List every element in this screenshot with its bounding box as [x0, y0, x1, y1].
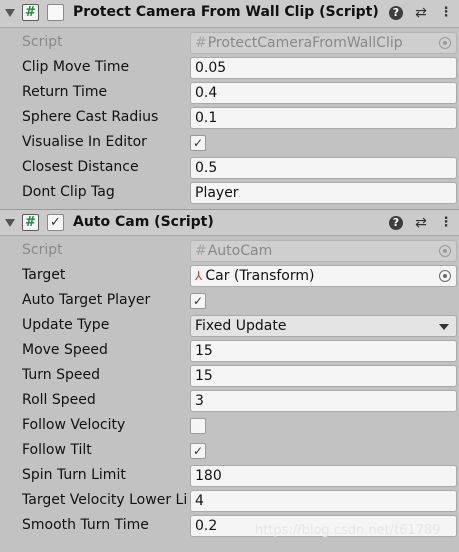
component-title: Protect Camera From Wall Clip (Script) — [73, 4, 379, 20]
component-enable-checkbox[interactable]: ✓ — [47, 214, 64, 231]
field-row-target: Target ⅄ Car (Transform) — [0, 264, 459, 289]
script-icon: # — [22, 214, 39, 231]
visualise-in-editor-checkbox[interactable]: ✓ — [190, 135, 206, 151]
spin-turn-limit-input[interactable]: 180 — [190, 465, 457, 487]
roll-speed-input[interactable]: 3 — [190, 390, 457, 412]
field-label: Smooth Turn Time — [22, 517, 149, 533]
field-label: Return Time — [22, 84, 108, 100]
field-row-script: Script #ProtectCameraFromWallClip — [0, 31, 459, 56]
field-row-visualise-in-editor: Visualise In Editor ✓ — [0, 131, 459, 156]
script-name: ProtectCameraFromWallClip — [207, 35, 403, 51]
dropdown-value: Fixed Update — [195, 318, 287, 334]
move-speed-input[interactable]: 15 — [190, 340, 457, 362]
field-label: Follow Tilt — [22, 442, 92, 458]
field-row-closest-distance: Closest Distance 0.5 — [0, 156, 459, 181]
presets-icon[interactable]: ⇄ — [413, 215, 429, 231]
script-object-field: #ProtectCameraFromWallClip — [190, 32, 457, 54]
field-row-roll-speed: Roll Speed 3 — [0, 389, 459, 414]
target-velocity-lower-limit-input[interactable]: 4 — [190, 490, 457, 512]
field-row-move-speed: Move Speed 15 — [0, 339, 459, 364]
foldout-arrow-icon[interactable] — [5, 219, 15, 227]
foldout-arrow-icon[interactable] — [5, 9, 15, 17]
field-label: Update Type — [22, 317, 110, 333]
field-row-auto-target-player: Auto Target Player ✓ — [0, 289, 459, 314]
field-label: Script — [22, 34, 63, 50]
component-header-auto-cam[interactable]: # ✓ Auto Cam (Script) ? ⇄ ⋮ — [0, 209, 459, 236]
field-label: Spin Turn Limit — [22, 467, 126, 483]
field-row-spin-turn-limit: Spin Turn Limit 180 — [0, 464, 459, 489]
component-enable-checkbox[interactable] — [47, 4, 64, 21]
field-label: Sphere Cast Radius — [22, 109, 159, 125]
field-row-follow-velocity: Follow Velocity — [0, 414, 459, 439]
script-icon: # — [22, 4, 39, 21]
field-label: Target Velocity Lower Limit — [22, 492, 187, 508]
follow-tilt-checkbox[interactable]: ✓ — [190, 443, 206, 459]
field-label: Move Speed — [22, 342, 108, 358]
script-name: AutoCam — [207, 243, 273, 259]
watermark: https://blog.csdn.net/t61789 — [255, 523, 441, 538]
clip-move-time-input[interactable]: 0.05 — [190, 57, 457, 79]
follow-velocity-checkbox[interactable] — [190, 418, 206, 434]
field-row-follow-tilt: Follow Tilt ✓ — [0, 439, 459, 464]
help-icon[interactable]: ? — [389, 6, 403, 20]
help-icon[interactable]: ? — [389, 216, 403, 230]
field-row-return-time: Return Time 0.4 — [0, 81, 459, 106]
field-label: Closest Distance — [22, 159, 139, 175]
turn-speed-input[interactable]: 15 — [190, 365, 457, 387]
field-row-turn-speed: Turn Speed 15 — [0, 364, 459, 389]
component-title: Auto Cam (Script) — [73, 214, 214, 230]
field-label: Script — [22, 242, 63, 258]
target-value: Car (Transform) — [205, 268, 315, 284]
target-object-field[interactable]: ⅄ Car (Transform) — [190, 265, 457, 287]
field-label: Turn Speed — [22, 367, 101, 383]
field-row-target-velocity-lower-limit: Target Velocity Lower Limit 4 — [0, 489, 459, 514]
field-row-dont-clip-tag: Dont Clip Tag Player — [0, 181, 459, 209]
script-object-field: #AutoCam — [190, 240, 457, 262]
field-row-sphere-cast-radius: Sphere Cast Radius 0.1 — [0, 106, 459, 131]
context-menu-icon[interactable]: ⋮ — [438, 215, 454, 231]
return-time-input[interactable]: 0.4 — [190, 82, 457, 104]
dont-clip-tag-input[interactable]: Player — [190, 182, 457, 204]
field-label: Follow Velocity — [22, 417, 126, 433]
update-type-dropdown[interactable]: Fixed Update — [190, 315, 457, 337]
field-label: Visualise In Editor — [22, 134, 147, 150]
presets-icon[interactable]: ⇄ — [413, 5, 429, 21]
transform-icon: ⅄ — [195, 269, 203, 283]
field-label: Clip Move Time — [22, 59, 130, 75]
object-picker-icon — [439, 37, 451, 49]
script-asset-icon: # — [195, 35, 207, 51]
dropdown-arrow-icon — [439, 324, 449, 330]
context-menu-icon[interactable]: ⋮ — [438, 5, 454, 21]
field-label: Roll Speed — [22, 392, 96, 408]
field-label: Dont Clip Tag — [22, 184, 115, 200]
field-label: Auto Target Player — [22, 292, 151, 308]
component-header-protect-camera[interactable]: # Protect Camera From Wall Clip (Script)… — [0, 0, 459, 28]
field-row-update-type: Update Type Fixed Update — [0, 314, 459, 339]
field-row-clip-move-time: Clip Move Time 0.05 — [0, 56, 459, 81]
field-row-script: Script #AutoCam — [0, 239, 459, 264]
auto-target-player-checkbox[interactable]: ✓ — [190, 293, 206, 309]
script-asset-icon: # — [195, 243, 207, 259]
object-picker-icon[interactable] — [439, 270, 451, 282]
object-picker-icon — [439, 245, 451, 257]
sphere-cast-radius-input[interactable]: 0.1 — [190, 107, 457, 129]
closest-distance-input[interactable]: 0.5 — [190, 157, 457, 179]
field-label: Target — [22, 267, 66, 283]
